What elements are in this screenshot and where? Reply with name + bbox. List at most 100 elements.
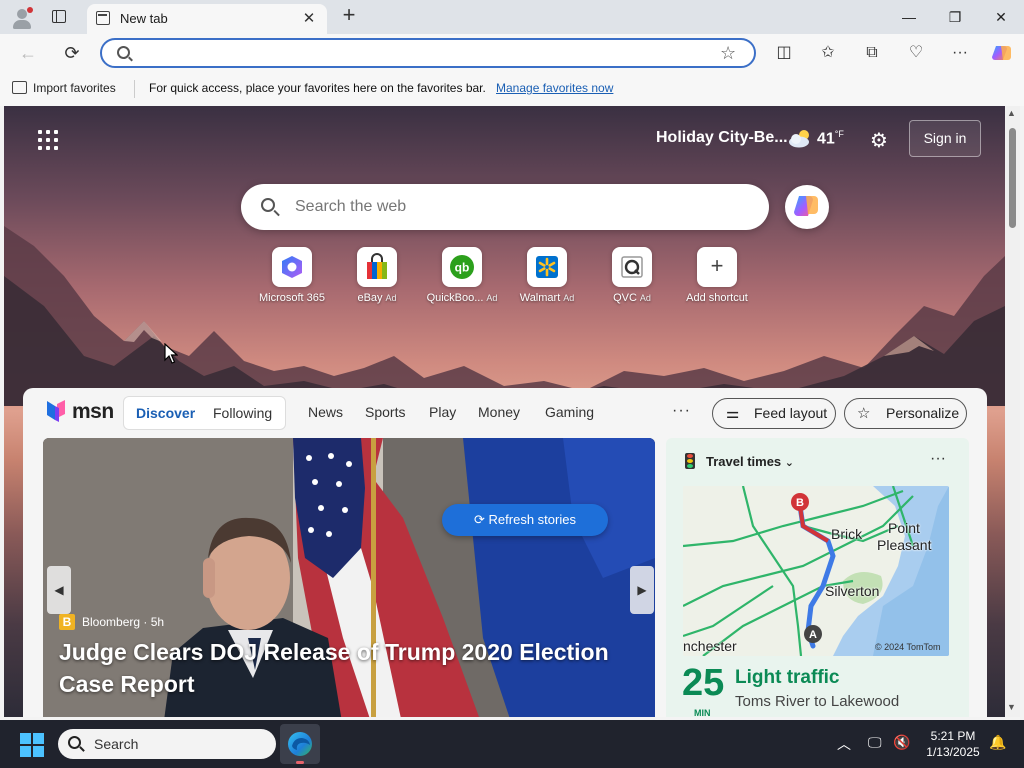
back-button[interactable]: ←	[14, 40, 42, 66]
story-headline[interactable]: Judge Clears DOJ Release of Trump 2020 E…	[59, 636, 629, 700]
new-tab-button[interactable]: +	[338, 4, 360, 27]
import-icon	[12, 81, 27, 94]
map-label-silverton: Silverton	[825, 583, 880, 599]
tab-new-tab[interactable]: New tab ✕	[87, 4, 327, 34]
travel-route[interactable]: Toms River to Lakewood	[735, 693, 899, 710]
page-scrollbar[interactable]: ▲ ▼	[1005, 106, 1020, 717]
taskbar: Search ︿ 🖵 🔇 5:21 PM 1/13/2025 🔔	[0, 720, 1024, 768]
network-icon[interactable]: 🖵	[868, 734, 882, 751]
travel-times-title[interactable]: Travel times ⌄	[706, 454, 794, 469]
add-shortcut-button[interactable]: + Add shortcut	[675, 247, 759, 304]
sign-in-button[interactable]: Sign in	[909, 120, 981, 157]
windows-start-icon[interactable]	[20, 733, 44, 757]
story-age: · 5h	[143, 615, 165, 629]
nav-sports[interactable]: Sports	[365, 404, 405, 420]
refresh-button[interactable]: ⟳	[58, 40, 86, 66]
shortcut-label: Walmart	[519, 292, 561, 304]
feed-mode-toggle: Discover Following	[123, 396, 286, 430]
feed-layout-label: Feed layout	[754, 405, 828, 421]
shortcut-microsoft-365[interactable]: Microsoft 365	[250, 247, 334, 304]
system-clock[interactable]: 5:21 PM 1/13/2025	[920, 728, 986, 760]
ad-badge: Ad	[385, 293, 397, 303]
ad-badge: Ad	[563, 293, 575, 303]
svg-text:B: B	[796, 497, 804, 509]
ebay-bag-icon	[367, 253, 387, 279]
page-settings-gear-icon[interactable]: ⚙	[870, 128, 888, 153]
nav-news[interactable]: News	[308, 404, 343, 420]
shortcut-ebay[interactable]: eBay Ad	[335, 247, 419, 304]
search-icon	[117, 46, 130, 59]
map-label-point: Point	[888, 520, 920, 536]
personalize-button[interactable]: ☆ Personalize	[844, 398, 967, 429]
restore-button[interactable]: ❐	[932, 0, 978, 34]
feed-layout-button[interactable]: ⚌ Feed layout	[712, 398, 836, 429]
tab-actions-icon[interactable]	[50, 9, 68, 25]
shortcut-label: QuickBoo...	[426, 292, 484, 304]
import-favorites-button[interactable]: Import favorites	[12, 81, 116, 95]
sparkle-icon: ☆	[857, 405, 871, 422]
shortcut-quickbooks[interactable]: qb QuickBoo... Ad	[420, 247, 504, 304]
more-categories-icon[interactable]: ···	[672, 402, 691, 420]
plus-icon: +	[710, 253, 724, 278]
close-window-button[interactable]: ✕	[978, 0, 1024, 34]
address-bar[interactable]: ☆	[100, 38, 756, 68]
taskbar-edge-app[interactable]	[280, 724, 320, 764]
taskbar-search-box[interactable]: Search	[58, 729, 276, 759]
nav-money[interactable]: Money	[478, 404, 520, 420]
search-placeholder: Search the web	[295, 198, 407, 215]
source-name: Bloomberg	[82, 615, 141, 629]
map-label-pleasant: Pleasant	[877, 537, 932, 553]
refresh-stories-button[interactable]: ⟳ Refresh stories	[442, 504, 608, 536]
volume-muted-icon[interactable]: 🔇	[893, 734, 910, 751]
import-favorites-label: Import favorites	[33, 81, 116, 95]
scroll-down-arrow-icon[interactable]: ▼	[1007, 702, 1016, 712]
minimize-button[interactable]: —	[886, 0, 932, 34]
scrollbar-thumb[interactable]	[1009, 128, 1016, 228]
divider	[134, 80, 135, 98]
story-source: B Bloomberg · 5h	[59, 614, 164, 630]
browser-essentials-icon[interactable]: ♡	[904, 42, 928, 64]
msn-feed: msn Discover Following News Sports Play …	[23, 388, 987, 717]
traffic-map[interactable]: B A Brick Point Pleasant Silverton nches…	[683, 486, 949, 656]
favorites-icon[interactable]: ✩	[816, 42, 840, 64]
map-image: B A	[683, 486, 949, 656]
shortcut-label: Microsoft 365	[258, 292, 326, 304]
hero-story-card[interactable]: ⟳ Refresh stories ◀ ▶ B Bloomberg · 5h Ju…	[43, 438, 655, 717]
traffic-light-icon	[685, 453, 695, 469]
favorites-bar-message: For quick access, place your favorites h…	[149, 81, 486, 95]
scroll-up-arrow-icon[interactable]: ▲	[1007, 108, 1016, 118]
shortcut-qvc[interactable]: QVC Ad	[590, 247, 674, 304]
favorites-bar: Import favorites For quick access, place…	[0, 72, 1024, 106]
card-more-icon[interactable]: ···	[930, 450, 946, 468]
shortcut-label: eBay	[357, 292, 383, 304]
manage-favorites-link[interactable]: Manage favorites now	[496, 81, 613, 95]
carousel-next-button[interactable]: ▶	[630, 566, 654, 614]
msn-logo[interactable]: msn	[45, 398, 114, 429]
carousel-prev-button[interactable]: ◀	[47, 566, 71, 614]
apps-launcher-icon[interactable]	[38, 130, 58, 150]
profile-icon[interactable]	[10, 6, 34, 30]
web-search-box[interactable]: Search the web	[241, 184, 769, 230]
tab-following[interactable]: Following	[213, 405, 272, 421]
copilot-button[interactable]	[785, 185, 829, 229]
nav-play[interactable]: Play	[429, 404, 456, 420]
qvc-icon	[621, 256, 643, 278]
split-screen-icon[interactable]: ◫	[772, 42, 796, 64]
shortcut-label: Add shortcut	[686, 292, 748, 304]
clock-time: 5:21 PM	[930, 729, 976, 743]
notifications-bell-icon[interactable]: 🔔	[989, 734, 1006, 751]
copilot-icon[interactable]	[990, 42, 1014, 64]
weather-temperature[interactable]: 41°F	[817, 129, 844, 148]
shortcut-walmart[interactable]: Walmart Ad	[505, 247, 589, 304]
favorite-star-icon[interactable]: ☆	[720, 43, 736, 64]
tab-discover[interactable]: Discover	[136, 405, 195, 421]
travel-minutes: 25	[682, 662, 725, 704]
collections-icon[interactable]: ⧉	[860, 42, 884, 64]
address-toolbar: ← ⟳ ☆ ◫ ✩ ⧉ ♡ ···	[0, 34, 1024, 72]
close-tab-icon[interactable]: ✕	[299, 9, 319, 29]
weather-location[interactable]: Holiday City-Be...	[656, 129, 788, 147]
show-hidden-icons-chevron-icon[interactable]: ︿	[837, 734, 851, 754]
settings-more-icon[interactable]: ···	[948, 42, 972, 64]
temperature-value: 41	[817, 130, 835, 148]
nav-gaming[interactable]: Gaming	[545, 404, 594, 420]
